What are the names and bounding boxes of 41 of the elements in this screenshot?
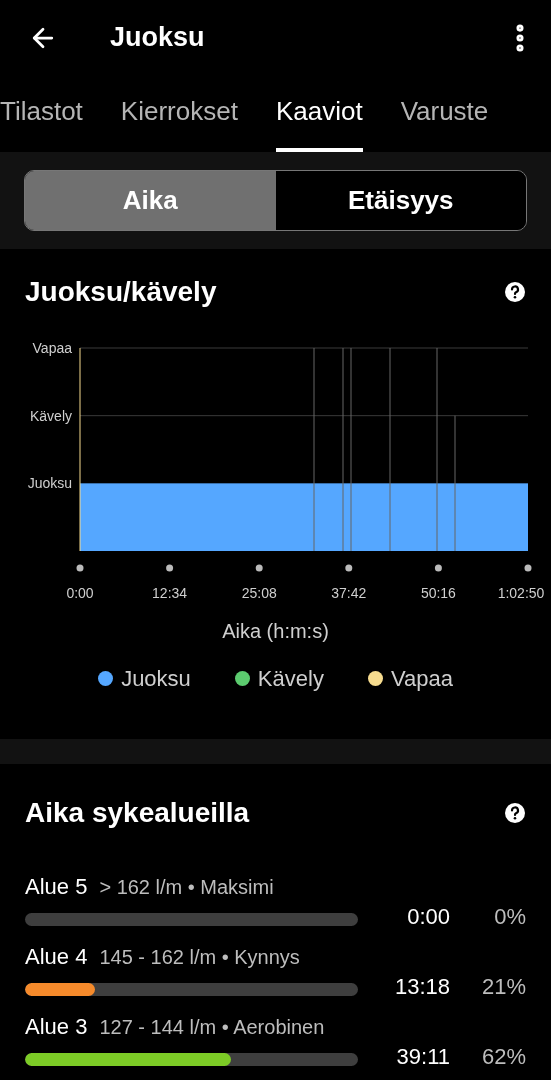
y-axis-label: Kävely: [29, 407, 72, 424]
section-title: Aika sykealueilla: [25, 796, 250, 830]
tab[interactable]: Varuste: [400, 92, 489, 152]
legend-label: Kävely: [257, 665, 324, 693]
zone-time: 39:11: [395, 1043, 450, 1071]
zone-range: 127 - 144 l/m • Aerobinen: [99, 1015, 325, 1040]
tick-dot: [166, 564, 174, 572]
axis-title: Aika (h:m:s): [221, 619, 330, 644]
segment-tab[interactable]: Aika: [25, 171, 276, 230]
tab[interactable]: Tilastot: [0, 92, 83, 152]
help-icon[interactable]: [504, 281, 526, 303]
x-axis-label: 25:08: [241, 585, 277, 601]
tab[interactable]: Kierrokset: [120, 92, 238, 152]
section-title: Juoksu/kävely: [25, 275, 217, 309]
x-axis-label: 0:00: [66, 585, 94, 601]
tick-dot: [255, 564, 263, 572]
tick-dot: [76, 564, 84, 572]
x-axis-label: 50:16: [420, 585, 456, 601]
zone-time: 13:18: [393, 973, 450, 1001]
zone-percent: 21%: [480, 973, 526, 1001]
zone-name: Alue 4: [25, 943, 88, 971]
zone-name: Alue 5: [25, 873, 88, 901]
zone-name: Alue 3: [25, 1013, 88, 1041]
help-icon[interactable]: [504, 802, 526, 824]
zone-time: 0:00: [406, 903, 450, 931]
x-axis-label: 37:42: [331, 585, 367, 601]
page-title: Juoksu: [110, 21, 206, 55]
tick-dot: [345, 564, 353, 572]
zone-percent: 62%: [480, 1043, 526, 1071]
segment-tab[interactable]: Etäisyys: [275, 171, 526, 230]
zone-range: 145 - 162 l/m • Kynnys: [99, 945, 300, 970]
legend-label: Vapaa: [390, 665, 453, 693]
zone-range: > 162 l/m • Maksimi: [99, 875, 274, 900]
legend-label: Juoksu: [121, 665, 191, 693]
y-axis-label: Vapaa: [32, 340, 72, 356]
zone-percent: 0%: [493, 903, 526, 931]
tick-dot: [524, 564, 532, 572]
x-axis-label: 1:02:50: [497, 585, 545, 601]
tick-dot: [434, 564, 442, 572]
x-axis-label: 12:34: [152, 585, 188, 601]
y-axis-label: Juoksu: [27, 475, 72, 492]
